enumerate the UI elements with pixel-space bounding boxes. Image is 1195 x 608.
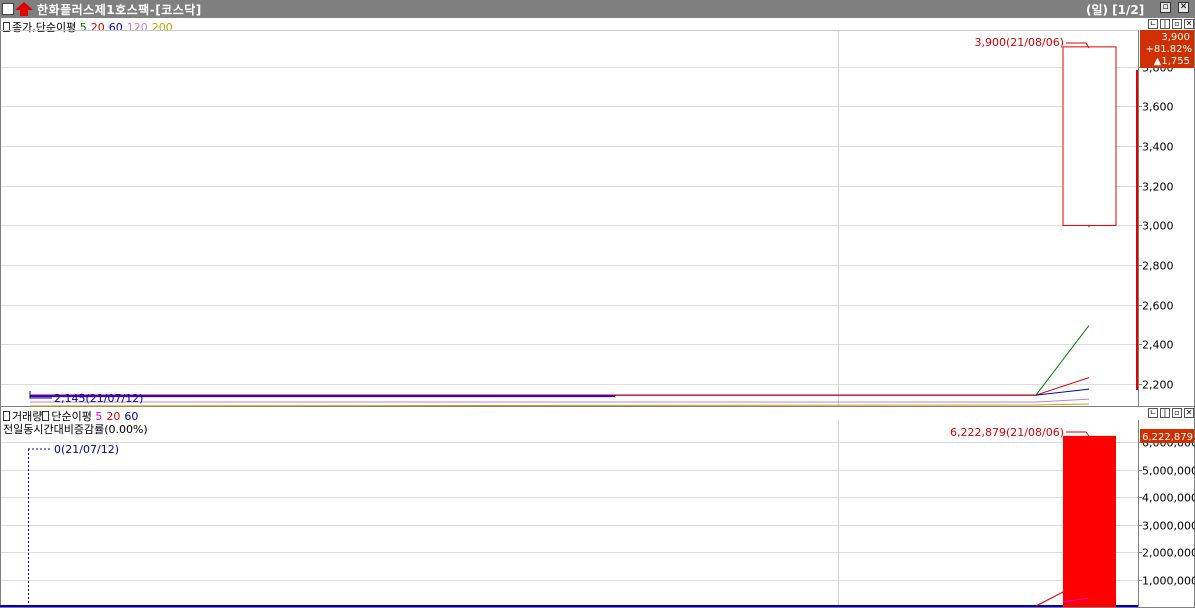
current-change-pct: +81.82% (1145, 44, 1192, 55)
pane-divider-icon[interactable]: | (1160, 19, 1170, 29)
pane-toggle-icon[interactable]: ㄴ (1148, 408, 1158, 418)
pane-maximize-icon[interactable]: ▫ (1172, 408, 1182, 418)
volume-pane-frame (0, 406, 1195, 608)
price-legend: 종가,단순이평 5 20 60 120 200 (3, 19, 177, 35)
current-price-badge (1140, 30, 1194, 68)
volume-subtitle: 전일동시간대비증감률(0.00%) (3, 423, 148, 436)
volume-tick-label: 4,000,000 (1142, 492, 1195, 505)
ma-line-20 (30, 377, 1090, 396)
ma-line-120 (30, 398, 1090, 403)
pane-divider-icon[interactable]: | (1160, 408, 1170, 418)
window-title: 한화플러스제1호스팩-[코스닥] (37, 3, 202, 17)
price-ma-label-60: 60 (108, 21, 123, 34)
legend-toggle-icon[interactable] (3, 411, 10, 421)
volume-ma-line-5 (1062, 597, 1090, 603)
price-tick-label: 3,000 (1142, 220, 1174, 233)
current-change: ▲1,755 (1154, 56, 1190, 67)
pane-close-icon[interactable]: ✕ (1184, 19, 1194, 29)
stock-up-icon (15, 2, 33, 16)
volume-ma-line-20 (1035, 591, 1064, 607)
price-ma-label-20: 20 (90, 21, 105, 34)
price-tick-label: 2,200 (1142, 379, 1174, 392)
close-icon[interactable]: ✕ (1178, 2, 1189, 13)
legend-toggle-icon[interactable] (42, 411, 50, 421)
volume-high-arrow (1066, 431, 1090, 437)
volume-high-annotation: 6,222,879(21/08/06) (950, 426, 1064, 439)
current-volume-badge (1140, 429, 1194, 443)
period-label[interactable]: (일) [1/2] (1086, 1, 1144, 18)
restore-icon[interactable]: ▫ (1160, 2, 1171, 13)
ma-line-60 (30, 388, 1090, 396)
current-price: 3,900 (1161, 32, 1190, 43)
price-tick-label: 3,200 (1142, 181, 1174, 194)
candle-body (1062, 46, 1117, 226)
price-tick-label: 2,400 (1142, 339, 1174, 352)
current-volume: 6,222,879 (1142, 432, 1193, 443)
high-arrow (1066, 42, 1090, 49)
volume-tick-label: 1,000,000 (1142, 575, 1195, 588)
price-legend-label: 종가,단순이평 (12, 21, 77, 34)
price-tick-label: 3,800 (1142, 62, 1174, 75)
low-arrow (29, 391, 52, 399)
ma-line-5 (30, 325, 1090, 396)
pane-maximize-icon[interactable]: ▫ (1172, 19, 1182, 29)
price-pane-frame (0, 17, 1195, 407)
volume-bar (1063, 435, 1116, 607)
volume-tick-label: 2,000,000 (1142, 547, 1195, 560)
chart-canvas[interactable]: 2,200 2,400 2,600 2,800 3,000 3,200 3,400 3,600… (0, 0, 1195, 608)
pane-close-icon[interactable]: ✕ (1184, 408, 1194, 418)
volume-tick-label: 6,000,000 (1142, 437, 1195, 450)
legend-toggle-icon[interactable] (3, 22, 10, 32)
volume-low-annotation: 0(21/07/12) (54, 443, 119, 456)
price-tick-label: 3,400 (1142, 141, 1174, 154)
pane-toggle-icon[interactable]: ㄴ (1148, 19, 1158, 29)
price-tick-label: 2,600 (1142, 300, 1174, 313)
window-titlebar: 한화플러스제1호스팩-[코스닥] (일) [1/2] ▫ ✕ (0, 0, 1195, 17)
price-ma-label-200: 200 (151, 21, 173, 34)
volume-tick-label: 3,000,000 (1142, 520, 1195, 533)
volume-tick-label: 5,000,000 (1142, 465, 1195, 478)
price-ma-label-120: 120 (126, 21, 148, 34)
ma-line-200 (29, 403, 1090, 407)
price-ma-labels: 5 20 60 120 200 (80, 21, 177, 34)
price-ma-label-5: 5 (79, 21, 87, 34)
window-checkbox[interactable] (2, 3, 14, 15)
price-tick-label: 3,600 (1142, 101, 1174, 114)
price-high-annotation: 3,900(21/08/06) (975, 36, 1064, 49)
price-low-annotation: 2,145(21/07/12) (54, 392, 143, 405)
price-tick-label: 2,800 (1142, 260, 1174, 273)
